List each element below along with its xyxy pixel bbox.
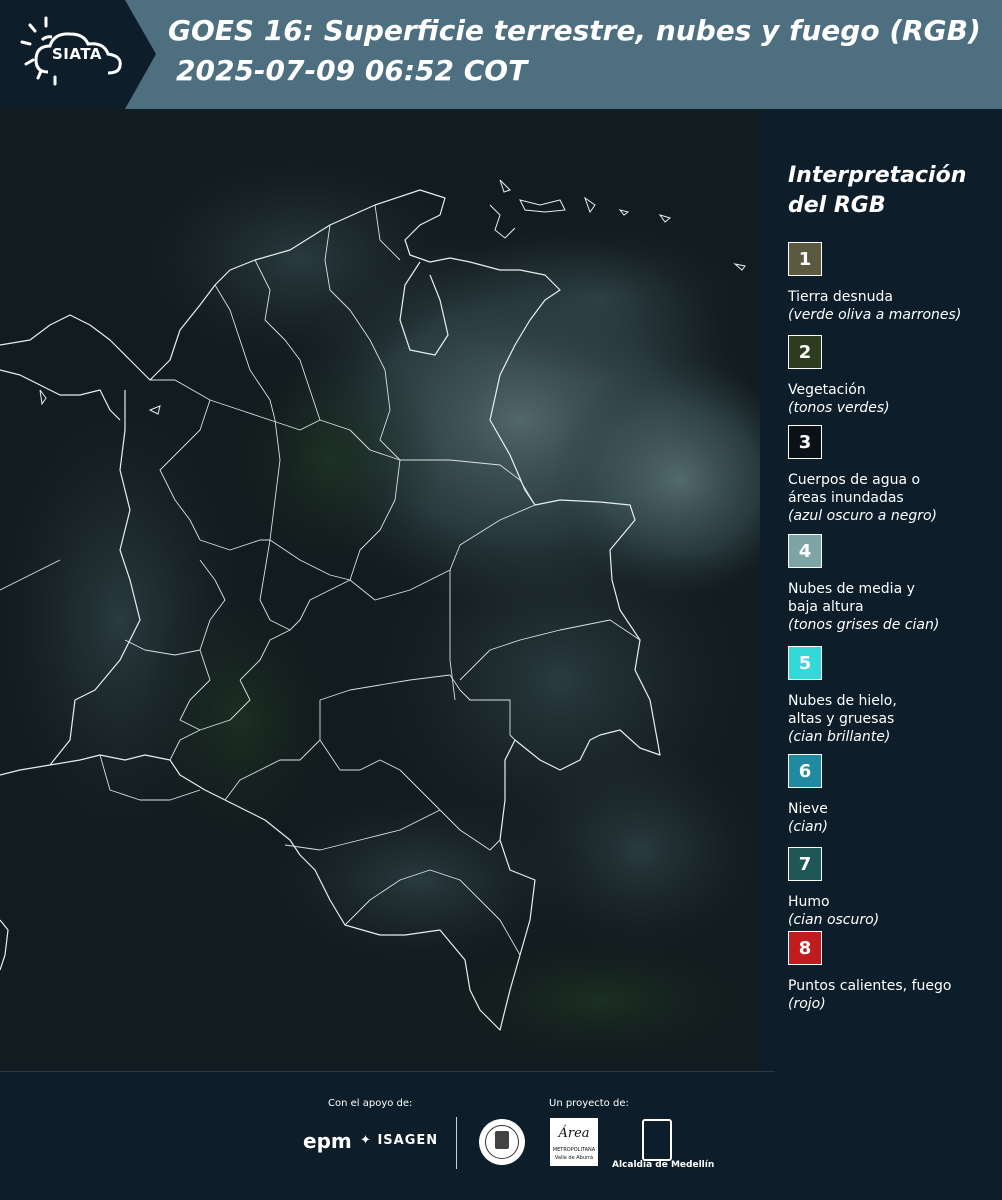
footer-divider bbox=[0, 1071, 775, 1072]
project-label: Un proyecto de: bbox=[549, 1098, 629, 1109]
legend-label-line: áreas inundadas bbox=[788, 490, 904, 506]
logo-text: SIATA bbox=[52, 45, 103, 63]
map-canvas bbox=[0, 109, 760, 1071]
legend-swatch: 7 bbox=[788, 847, 822, 881]
legend-label-line: altas y gruesas bbox=[788, 711, 895, 727]
timestamp: 2025-07-09 06:52 COT bbox=[176, 54, 528, 87]
area-logo-text: Área bbox=[558, 1126, 590, 1141]
legend-label: Puntos calientes, fuego (rojo) bbox=[788, 977, 998, 1013]
legend-title: Interpretación del RGB bbox=[788, 161, 988, 221]
area-logo-subtext: METROPOLITANA bbox=[552, 1147, 596, 1153]
legend-label: Humo (cian oscuro) bbox=[788, 893, 998, 929]
legend-title-line2: del RGB bbox=[788, 193, 886, 218]
epm-logo[interactable]: epm bbox=[303, 1129, 352, 1153]
legend-swatch: 6 bbox=[788, 754, 822, 788]
alcaldia-shield-icon bbox=[642, 1119, 672, 1161]
legend-note: (rojo) bbox=[788, 996, 826, 1012]
legend-item: 6 Nieve (cian) bbox=[788, 754, 998, 836]
legend-label-line: Vegetación bbox=[788, 382, 866, 398]
legend-note: (azul oscuro a negro) bbox=[788, 508, 937, 524]
legend-note: (tonos grises de cian) bbox=[788, 617, 940, 633]
legend-label-line: Nubes de media y bbox=[788, 581, 915, 597]
legend-swatch: 2 bbox=[788, 335, 822, 369]
footer-separator bbox=[456, 1117, 457, 1169]
satellite-map[interactable] bbox=[0, 109, 760, 1071]
legend-label-line: Tierra desnuda bbox=[788, 289, 893, 305]
legend-note: (cian) bbox=[788, 819, 828, 835]
legend-item: 2 Vegetación (tonos verdes) bbox=[788, 335, 998, 417]
legend-item: 1 Tierra desnuda (verde oliva a marrones) bbox=[788, 242, 998, 324]
alcaldia-logo-text[interactable]: Alcaldía de Medellín bbox=[612, 1160, 714, 1170]
area-logo-subtext2: Valle de Aburrá bbox=[554, 1155, 594, 1161]
legend-label: Vegetación (tonos verdes) bbox=[788, 381, 998, 417]
area-metropolitana-logo[interactable]: Área METROPOLITANA Valle de Aburrá bbox=[550, 1118, 598, 1166]
header-bar: SIATA GOES 16: Superficie terrestre, nub… bbox=[0, 0, 1002, 109]
legend-note: (verde oliva a marrones) bbox=[788, 307, 962, 323]
legend-item: 4 Nubes de media y baja altura (tonos grise… bbox=[788, 534, 998, 634]
legend-label: Nubes de hielo, altas y gruesas (cian bril… bbox=[788, 692, 998, 746]
legend-note: (tonos verdes) bbox=[788, 400, 890, 416]
legend-swatch: 8 bbox=[788, 931, 822, 965]
siata-logo[interactable]: SIATA bbox=[0, 0, 158, 109]
legend-label-line: Puntos calientes, fuego bbox=[788, 978, 952, 994]
isagen-logo-text: ISAGEN bbox=[377, 1133, 439, 1148]
legend-note: (cian brillante) bbox=[788, 729, 891, 745]
legend-label: Cuerpos de agua o áreas inundadas (azul os… bbox=[788, 471, 998, 525]
legend-swatch: 5 bbox=[788, 646, 822, 680]
legend-item: 5 Nubes de hielo, altas y gruesas (cian bri… bbox=[788, 646, 998, 746]
legend-note: (cian oscuro) bbox=[788, 912, 880, 928]
legend-label-line: baja altura bbox=[788, 599, 864, 615]
legend-item: 7 Humo (cian oscuro) bbox=[788, 847, 998, 929]
legend-item: 3 Cuerpos de agua o áreas inundadas (azul o… bbox=[788, 425, 998, 525]
page-title: GOES 16: Superficie terrestre, nubes y f… bbox=[168, 14, 981, 47]
legend-label: Tierra desnuda (verde oliva a marrones) bbox=[788, 288, 998, 324]
medellin-seal-icon[interactable] bbox=[479, 1119, 525, 1165]
isagen-icon: ✦ bbox=[360, 1133, 372, 1148]
legend-label: Nubes de media y baja altura (tonos grises… bbox=[788, 580, 998, 634]
isagen-logo[interactable]: ✦ ISAGEN bbox=[360, 1133, 438, 1148]
legend-swatch: 1 bbox=[788, 242, 822, 276]
support-label: Con el apoyo de: bbox=[328, 1098, 413, 1109]
legend-label-line: Nieve bbox=[788, 801, 828, 817]
legend-label-line: Cuerpos de agua o bbox=[788, 472, 921, 488]
legend-swatch: 3 bbox=[788, 425, 822, 459]
legend-title-line1: Interpretación bbox=[788, 163, 967, 188]
legend-panel: Interpretación del RGB 1 Tierra desnuda (v… bbox=[760, 109, 1002, 1071]
legend-label-line: Nubes de hielo, bbox=[788, 693, 897, 709]
legend-label-line: Humo bbox=[788, 894, 830, 910]
legend-item: 8 Puntos calientes, fuego (rojo) bbox=[788, 931, 998, 1013]
legend-label: Nieve (cian) bbox=[788, 800, 998, 836]
footer: Con el apoyo de: Un proyecto de: epm ✦ I… bbox=[0, 1071, 1002, 1200]
legend-swatch: 4 bbox=[788, 534, 822, 568]
